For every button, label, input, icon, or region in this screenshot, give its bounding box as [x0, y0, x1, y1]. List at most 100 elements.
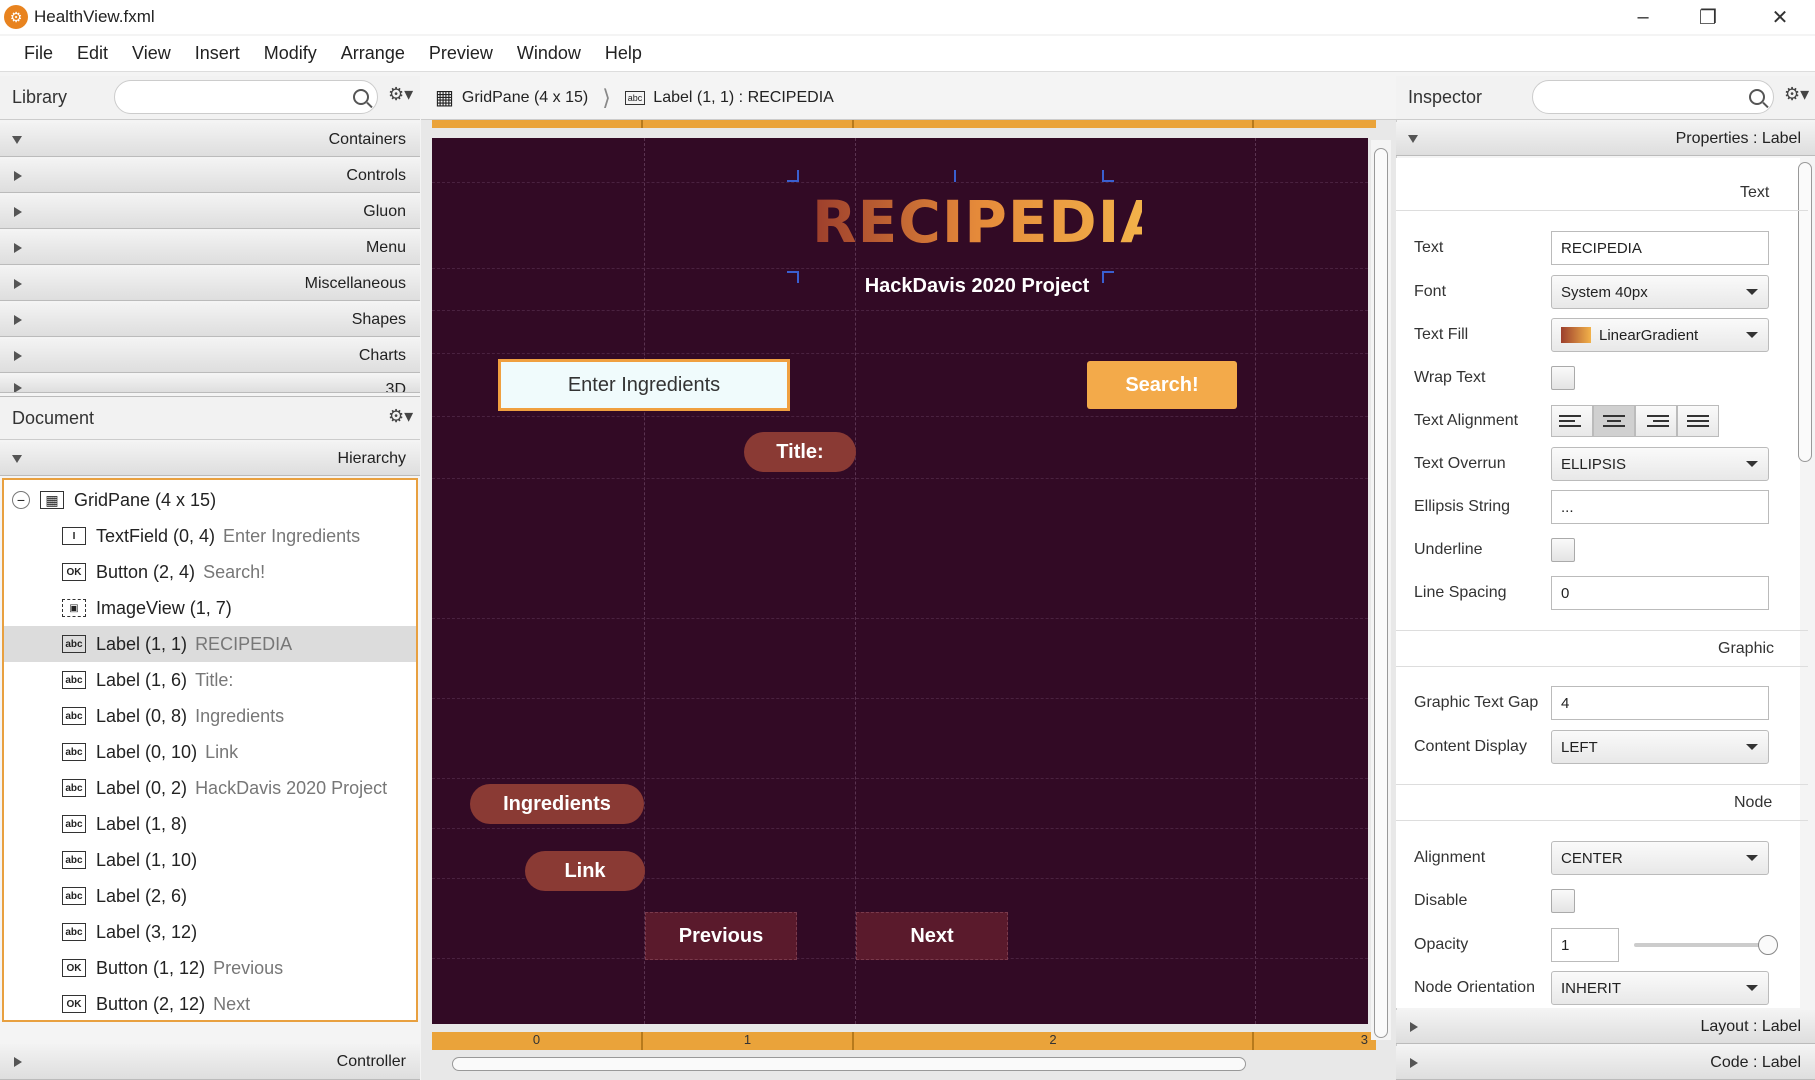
selection-handle[interactable]	[787, 271, 799, 283]
text-input[interactable]: RECIPEDIA	[1551, 231, 1769, 265]
ingredients-label[interactable]: Ingredients	[470, 784, 644, 824]
library-section-containers[interactable]: Containers	[0, 123, 420, 157]
menu-preview[interactable]: Preview	[417, 43, 505, 64]
recipedia-label[interactable]: RECIPEDIA	[812, 188, 1165, 256]
graphic-text-gap-input[interactable]: 4	[1551, 686, 1769, 720]
tree-item-button-previous[interactable]: OK Button (1, 12) Previous	[4, 950, 416, 986]
restore-icon[interactable]: ❐	[1673, 0, 1743, 34]
inspector-gear-icon[interactable]: ⚙▾	[1784, 84, 1809, 105]
wrap-text-checkbox[interactable]	[1551, 366, 1575, 390]
selection-handle[interactable]	[1102, 170, 1114, 182]
previous-button[interactable]: Previous	[645, 912, 797, 960]
underline-checkbox[interactable]	[1551, 538, 1575, 562]
breadcrumb: ▦ GridPane (4 x 15) ⟩ abc Label (1, 1) :…	[421, 76, 1397, 120]
next-button[interactable]: Next	[856, 912, 1008, 960]
tree-item-label-1-8[interactable]: abc Label (1, 8)	[4, 806, 416, 842]
align-left-button[interactable]	[1551, 405, 1593, 437]
node-orientation-dropdown[interactable]: INHERIT	[1551, 971, 1769, 1005]
tree-item-label-title[interactable]: abc Label (1, 6) Title:	[4, 662, 416, 698]
text-fill-dropdown[interactable]: LinearGradient	[1551, 318, 1769, 352]
collapsed-icon	[14, 242, 22, 253]
library-section-gluon[interactable]: Gluon	[0, 195, 420, 229]
tree-item-label-3-12[interactable]: abc Label (3, 12)	[4, 914, 416, 950]
tree-item-imageview[interactable]: ▣ ImageView (1, 7)	[4, 590, 416, 626]
menu-arrange[interactable]: Arrange	[329, 43, 417, 64]
text-overrun-dropdown[interactable]: ELLIPSIS	[1551, 447, 1769, 481]
enter-ingredients-field[interactable]: Enter Ingredients	[498, 359, 790, 411]
opacity-slider-track[interactable]	[1634, 943, 1764, 947]
hackdavis-label[interactable]: HackDavis 2020 Project	[812, 275, 1142, 298]
collapse-icon[interactable]: −	[12, 491, 30, 509]
tree-item-textfield[interactable]: I TextField (0, 4) Enter Ingredients	[4, 518, 416, 554]
prop-orientation-row: Node Orientation INHERIT	[1396, 968, 1815, 1008]
library-section-controls[interactable]: Controls	[0, 159, 420, 193]
line-spacing-input[interactable]: 0	[1551, 576, 1769, 610]
content-display-dropdown[interactable]: LEFT	[1551, 730, 1769, 764]
tree-item-button-search[interactable]: OK Button (2, 4) Search!	[4, 554, 416, 590]
minimize-icon[interactable]: –	[1608, 0, 1678, 34]
tree-item-label-ingredients[interactable]: abc Label (0, 8) Ingredients	[4, 698, 416, 734]
menu-help[interactable]: Help	[593, 43, 654, 64]
prop-opacity-row: Opacity 1	[1396, 925, 1815, 965]
text-alignment-group	[1551, 405, 1719, 437]
button-icon: OK	[62, 563, 86, 581]
menu-modify[interactable]: Modify	[252, 43, 329, 64]
title-label[interactable]: Title:	[744, 432, 856, 472]
inspector-title: Inspector	[1408, 87, 1483, 107]
tree-item-label-link[interactable]: abc Label (0, 10) Link	[4, 734, 416, 770]
controller-section[interactable]: Controller	[0, 1044, 420, 1080]
tree-item-label-recipedia[interactable]: abc Label (1, 1) RECIPEDIA	[4, 626, 416, 662]
document-gear-icon[interactable]: ⚙▾	[388, 406, 413, 427]
font-dropdown[interactable]: System 40px	[1551, 275, 1769, 309]
tree-item-button-next[interactable]: OK Button (2, 12) Next	[4, 986, 416, 1022]
design-stage[interactable]: RECIPEDIA HackDavis 2020 Project Enter I…	[432, 138, 1368, 1024]
menu-edit[interactable]: Edit	[65, 43, 120, 64]
menu-insert[interactable]: Insert	[183, 43, 252, 64]
library-section-shapes[interactable]: Shapes	[0, 303, 420, 337]
library-section-3d[interactable]: 3D	[0, 375, 420, 393]
hierarchy-section[interactable]: Hierarchy	[0, 442, 420, 476]
canvas-vertical-scrollbar[interactable]	[1371, 140, 1391, 1040]
close-icon[interactable]: ✕	[1745, 0, 1815, 34]
ellipsis-string-input[interactable]: ...	[1551, 490, 1769, 524]
align-justify-button[interactable]	[1677, 405, 1719, 437]
label-icon: abc	[62, 707, 86, 725]
layout-section[interactable]: Layout : Label	[1396, 1010, 1815, 1044]
library-search-input[interactable]	[114, 80, 378, 114]
disable-checkbox[interactable]	[1551, 889, 1575, 913]
prop-wrap-row: Wrap Text	[1396, 358, 1815, 398]
library-section-misc[interactable]: Miscellaneous	[0, 267, 420, 301]
scroll-thumb[interactable]	[1374, 148, 1388, 1038]
breadcrumb-label[interactable]: Label (1, 1) : RECIPEDIA	[653, 89, 834, 107]
search-button[interactable]: Search!	[1087, 361, 1237, 409]
dropdown-caret-icon	[1746, 289, 1758, 295]
inspector-search-input[interactable]	[1532, 80, 1774, 114]
dropdown-caret-icon	[1746, 744, 1758, 750]
collapsed-icon	[14, 206, 22, 217]
canvas-horizontal-scrollbar[interactable]	[452, 1057, 1246, 1071]
link-label[interactable]: Link	[525, 851, 645, 891]
alignment-dropdown[interactable]: CENTER	[1551, 841, 1769, 875]
selection-handle[interactable]	[954, 170, 956, 182]
library-section-menu[interactable]: Menu	[0, 231, 420, 265]
top-ruler	[432, 120, 1376, 128]
tree-item-label-2-6[interactable]: abc Label (2, 6)	[4, 878, 416, 914]
menu-window[interactable]: Window	[505, 43, 593, 64]
selection-handle[interactable]	[787, 170, 799, 182]
tree-item-gridpane[interactable]: − ▦ GridPane (4 x 15)	[4, 482, 416, 518]
menu-file[interactable]: File	[12, 43, 65, 64]
breadcrumb-gridpane[interactable]: GridPane (4 x 15)	[462, 89, 588, 107]
align-right-button[interactable]	[1635, 405, 1677, 437]
code-section[interactable]: Code : Label	[1396, 1046, 1815, 1080]
align-center-button[interactable]	[1593, 405, 1635, 437]
group-graphic-label: Graphic	[1718, 640, 1775, 657]
opacity-slider-thumb[interactable]	[1758, 935, 1778, 955]
library-section-charts[interactable]: Charts	[0, 339, 420, 373]
tree-item-label-1-10[interactable]: abc Label (1, 10)	[4, 842, 416, 878]
menu-view[interactable]: View	[120, 43, 183, 64]
properties-section[interactable]: Properties : Label	[1396, 122, 1815, 156]
tree-item-label-hackdavis[interactable]: abc Label (0, 2) HackDavis 2020 Project	[4, 770, 416, 806]
library-gear-icon[interactable]: ⚙▾	[388, 84, 413, 105]
collapsed-icon	[14, 170, 22, 181]
opacity-input[interactable]: 1	[1551, 928, 1619, 962]
